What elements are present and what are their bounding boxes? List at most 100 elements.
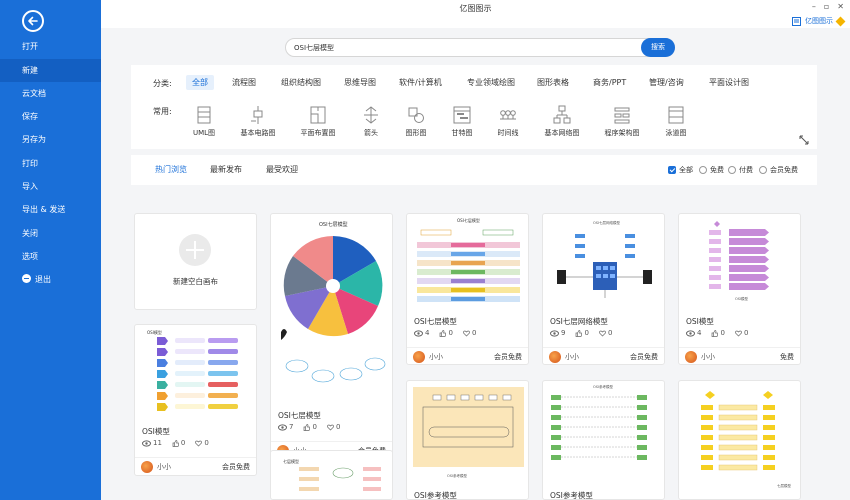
- card-stats: 7 0 0: [278, 423, 340, 431]
- common-swimlane[interactable]: 泳道图: [648, 105, 704, 138]
- category-business-ppt[interactable]: 商务/PPT: [593, 75, 626, 90]
- sidebar-item-options[interactable]: 选项: [0, 245, 101, 268]
- likes-count[interactable]: 0: [439, 329, 453, 337]
- maximize-button[interactable]: ▫: [824, 2, 829, 11]
- heart-icon: [599, 330, 606, 336]
- category-professional[interactable]: 专业领域绘图: [467, 75, 515, 90]
- category-panel: 分类: 全部 流程图 组织结构图 思维导图 软件/计算机 专业领域绘图 图形表格…: [131, 65, 817, 149]
- template-card[interactable]: 七层模型: [270, 450, 393, 500]
- heart-icon: [195, 440, 203, 446]
- template-thumbnail: 七层模型: [701, 391, 791, 488]
- sidebar-item-saveas[interactable]: 另存为: [0, 128, 101, 151]
- vip-diamond-icon: [835, 16, 846, 26]
- sidebar-item-label: 打开: [22, 42, 38, 51]
- search-button[interactable]: 搜索: [641, 38, 675, 57]
- sidebar-item-label: 选项: [22, 252, 38, 261]
- filter-free[interactable]: 免费: [699, 165, 724, 175]
- card-title: OSI参考模型: [414, 491, 457, 500]
- uml-icon: [197, 106, 211, 124]
- views-count: 11: [142, 439, 162, 447]
- circuit-icon: [251, 106, 263, 124]
- filter-label: 付费: [739, 166, 753, 174]
- template-card[interactable]: OSI七层网络模型 OSI七层网络模型 9 0 0 小小 会员免费: [542, 213, 665, 365]
- favs-count[interactable]: 0: [327, 423, 340, 431]
- likes-count[interactable]: 0: [172, 439, 185, 447]
- category-software[interactable]: 软件/计算机: [399, 75, 442, 90]
- template-card[interactable]: OSI七层模型 OSI七层模型 7 0 0: [270, 213, 393, 460]
- sidebar-item-exit[interactable]: 退出: [0, 268, 101, 291]
- likes-count[interactable]: 0: [303, 423, 317, 431]
- template-card[interactable]: OSI参考模型 OSI参考模型: [542, 380, 665, 500]
- card-stats: 4 0 0: [414, 329, 476, 337]
- category-flowchart[interactable]: 流程图: [232, 75, 256, 90]
- sidebar-item-export[interactable]: 导出 & 发送: [0, 198, 101, 221]
- template-thumbnail: OSI模型: [147, 329, 238, 411]
- close-window-button[interactable]: ✕: [837, 2, 844, 11]
- license-badge: 会员免费: [494, 353, 522, 361]
- favs-count[interactable]: 0: [463, 329, 476, 337]
- common-timeline[interactable]: 时间线: [480, 105, 536, 138]
- thumb-title: 七层模型: [283, 458, 299, 464]
- favs-count[interactable]: 0: [599, 329, 612, 337]
- card-stats: 9 0 0: [550, 329, 612, 337]
- sidebar-item-label: 导入: [22, 182, 38, 191]
- title-bar: 亿图图示 – ▫ ✕ 亿图图示: [101, 0, 850, 28]
- category-mindmap[interactable]: 思维导图: [344, 75, 376, 90]
- category-label: 分类:: [153, 79, 172, 88]
- new-blank-canvas-card[interactable]: 新建空白画布: [134, 213, 257, 310]
- expand-icon[interactable]: [799, 135, 809, 145]
- favs-count[interactable]: 0: [735, 329, 748, 337]
- sidebar: 打开 新建 云文档 保存 另存为 打印 导入 导出 & 发送 关闭 选项 退出: [0, 0, 101, 500]
- back-button[interactable]: [22, 10, 44, 32]
- brand-label: 亿图图示: [805, 17, 833, 25]
- sidebar-item-new[interactable]: 新建: [0, 59, 101, 82]
- sidebar-item-open[interactable]: 打开: [0, 35, 101, 58]
- sidebar-item-print[interactable]: 打印: [0, 152, 101, 175]
- common-circuit[interactable]: 基本电路图: [230, 105, 286, 138]
- common-item-label: 程序架构图: [604, 129, 640, 137]
- category-all[interactable]: 全部: [186, 75, 214, 90]
- sidebar-item-cloud[interactable]: 云文档: [0, 82, 101, 105]
- common-network[interactable]: 基本网络图: [534, 105, 590, 138]
- thumb-title: OSI七层模型: [319, 221, 348, 228]
- template-thumbnail: OSI模型: [709, 221, 769, 301]
- brand-link[interactable]: 亿图图示: [792, 16, 846, 26]
- card-stats: 11 0 0: [142, 439, 209, 447]
- filter-paid[interactable]: 付费: [728, 165, 753, 175]
- filter-member-free[interactable]: 会员免费: [759, 165, 798, 175]
- card-title: OSI七层模型: [278, 411, 321, 420]
- card-title: OSI模型: [686, 317, 714, 326]
- tab-hot[interactable]: 热门浏览: [155, 164, 187, 175]
- template-card[interactable]: OSI七层模型 OSI七层模型 4 0 0 小小 会员免费: [406, 213, 529, 365]
- sidebar-item-close[interactable]: 关闭: [0, 222, 101, 245]
- template-card[interactable]: 七层模型: [678, 380, 801, 500]
- tab-popular[interactable]: 最受欢迎: [266, 164, 298, 175]
- likes-count[interactable]: 0: [711, 329, 725, 337]
- exit-icon: [22, 274, 31, 283]
- common-uml[interactable]: UML图: [176, 105, 232, 138]
- common-architecture[interactable]: 程序架构图: [594, 105, 650, 138]
- template-card[interactable]: OSI模型 OSI模型 4 0 0 小小 免费: [678, 213, 801, 365]
- category-org-chart[interactable]: 组织结构图: [281, 75, 321, 90]
- sidebar-item-save[interactable]: 保存: [0, 105, 101, 128]
- template-card[interactable]: OSI参考模型 OSI参考模型: [406, 380, 529, 500]
- filter-all[interactable]: 全部: [668, 165, 693, 175]
- template-thumbnail: OSI参考模型: [551, 384, 647, 460]
- search-input[interactable]: [294, 42, 634, 54]
- main-area: 搜索 分类: 全部 流程图 组织结构图 思维导图 软件/计算机 专业领域绘图 图…: [101, 28, 850, 500]
- swimlane-icon: [668, 106, 684, 124]
- template-card[interactable]: OSI模型 OSI模型 11 0 0 小小 会员免费: [134, 324, 257, 476]
- category-graphics-table[interactable]: 图形表格: [537, 75, 569, 90]
- tab-latest[interactable]: 最新发布: [210, 164, 242, 175]
- likes-count[interactable]: 0: [575, 329, 589, 337]
- window-title: 亿图图示: [459, 4, 492, 13]
- minimize-button[interactable]: –: [812, 2, 816, 11]
- heart-icon: [463, 330, 470, 336]
- common-floor-plan[interactable]: 平面布置图: [290, 105, 346, 138]
- favs-count[interactable]: 0: [195, 439, 209, 447]
- category-management[interactable]: 管理/咨询: [649, 75, 684, 90]
- sidebar-item-label: 云文档: [22, 89, 46, 98]
- sidebar-item-label: 另存为: [22, 135, 46, 144]
- sidebar-item-import[interactable]: 导入: [0, 175, 101, 198]
- category-graphic-design[interactable]: 平面设计图: [709, 75, 749, 90]
